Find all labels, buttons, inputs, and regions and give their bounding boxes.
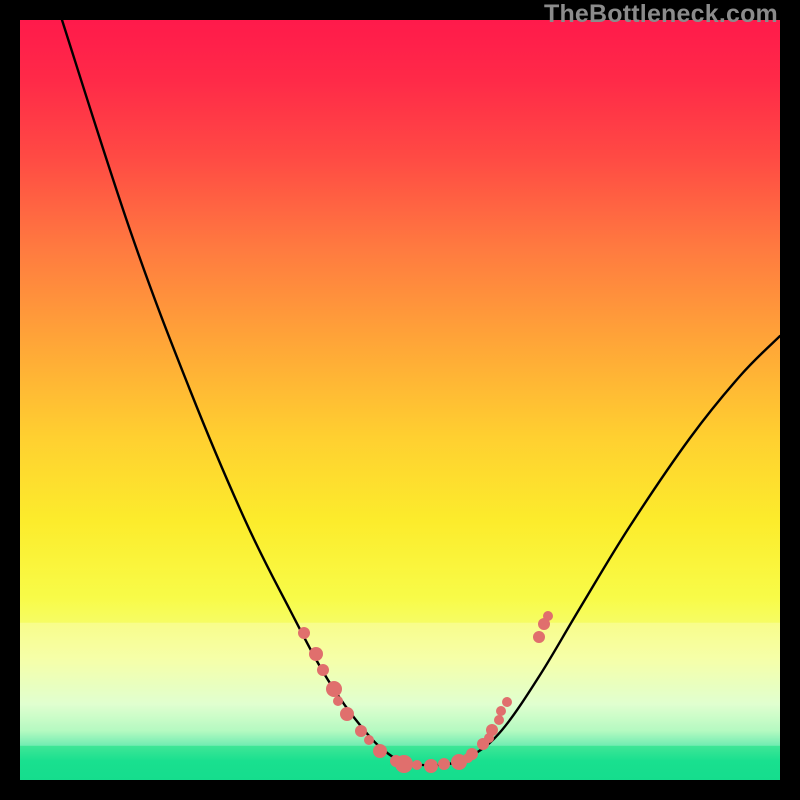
scatter-point [466,748,478,760]
scatter-point [543,611,553,621]
scatter-point [317,664,329,676]
scatter-point [298,627,310,639]
scatter-point [496,706,506,716]
scatter-point [333,696,343,706]
scatter-point [486,724,498,736]
scatter-point [412,760,422,770]
scatter-point [309,647,323,661]
scatter-point [373,744,387,758]
scatter-point [533,631,545,643]
scatter-point [355,725,367,737]
scatter-point [395,755,413,773]
scatter-point [502,697,512,707]
watermark-text: TheBottleneck.com [544,0,778,29]
bottleneck-chart [20,20,780,780]
scatter-point [438,758,450,770]
scatter-point [340,707,354,721]
scatter-point [326,681,342,697]
scatter-point [364,735,374,745]
scatter-point [494,715,504,725]
chart-frame [20,20,780,780]
light-band-overlay [20,623,780,746]
scatter-point [424,759,438,773]
